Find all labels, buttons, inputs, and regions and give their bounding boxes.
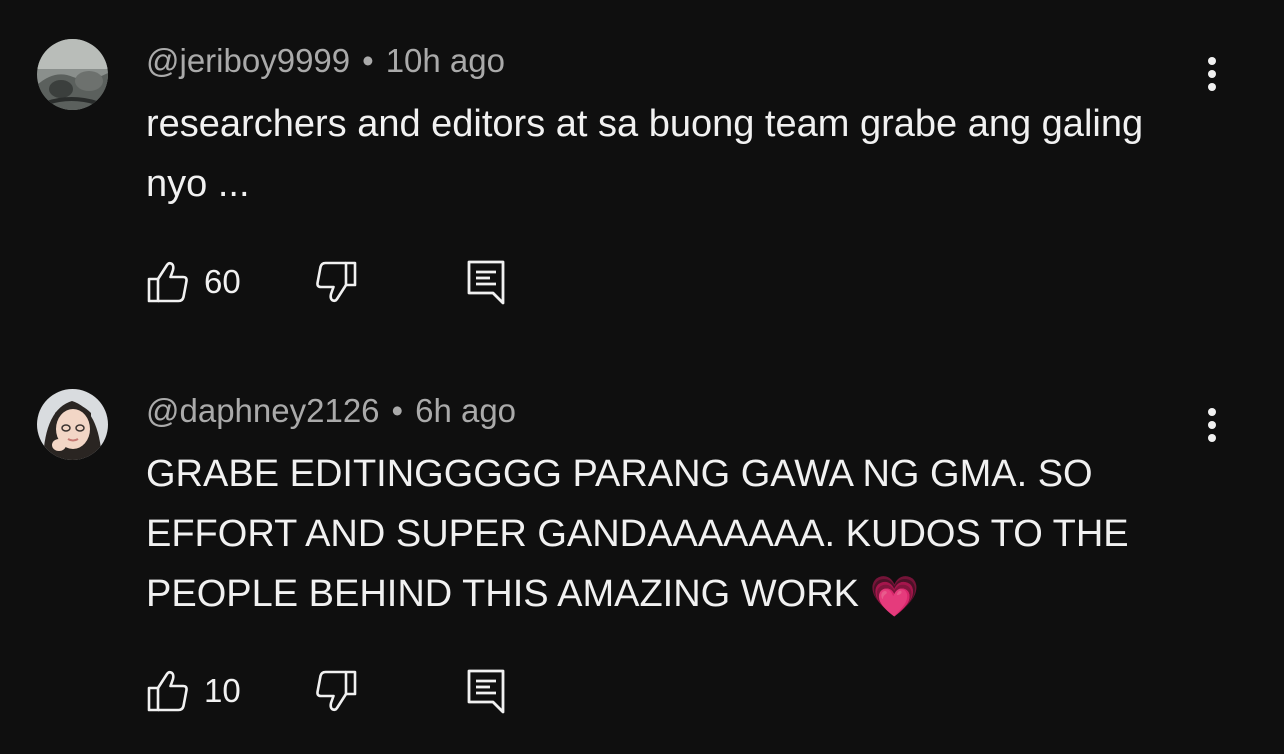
dislike-button[interactable] xyxy=(314,257,358,307)
reply-button[interactable] xyxy=(466,666,506,716)
avatar[interactable] xyxy=(37,389,108,460)
like-count: 10 xyxy=(204,672,241,709)
avatar-photo xyxy=(37,39,108,110)
more-options-button[interactable] xyxy=(1192,50,1232,98)
reply-icon xyxy=(467,669,505,714)
dislike-button[interactable] xyxy=(314,666,358,716)
thumbs-down-icon xyxy=(316,670,357,712)
comment-item: @jeriboy9999 • 10h ago researchers and edi… xyxy=(0,0,1284,350)
avatar[interactable] xyxy=(37,39,108,110)
meta-separator: • xyxy=(362,42,374,79)
comment-item: @daphney2126 • 6h ago GRABE EDITINGGGGG PA… xyxy=(0,350,1284,754)
thumbs-down-icon xyxy=(316,261,357,303)
comment-actions: 60 xyxy=(146,257,546,307)
like-button[interactable]: 60 xyxy=(146,257,241,307)
more-vertical-icon xyxy=(1208,408,1216,442)
meta-separator: • xyxy=(391,392,404,429)
avatar-photo xyxy=(37,389,108,460)
reply-button[interactable] xyxy=(466,257,506,307)
comment-meta: @daphney2126 • 6h ago xyxy=(146,392,516,430)
comment-author[interactable]: @daphney2126 xyxy=(146,392,380,429)
comment-time[interactable]: 6h ago xyxy=(415,392,516,429)
pink-heart-emoji: 💗 xyxy=(869,575,920,619)
comment-text-body: GRABE EDITINGGGGG PARANG GAWA NG GMA. SO… xyxy=(146,453,1129,615)
thumbs-up-icon xyxy=(147,261,188,303)
comment-text: GRABE EDITINGGGGG PARANG GAWA NG GMA. SO… xyxy=(146,444,1176,627)
comment-author[interactable]: @jeriboy9999 xyxy=(146,42,350,79)
comment-actions: 10 xyxy=(146,666,546,716)
reply-icon xyxy=(467,260,505,305)
thumbs-up-icon xyxy=(147,670,188,712)
like-count: 60 xyxy=(204,263,241,300)
like-button[interactable]: 10 xyxy=(146,666,241,716)
comment-text: researchers and editors at sa buong team… xyxy=(146,103,1144,205)
more-vertical-icon xyxy=(1208,57,1216,91)
comment-meta: @jeriboy9999 • 10h ago xyxy=(146,42,505,80)
comment-time[interactable]: 10h ago xyxy=(386,42,505,79)
more-options-button[interactable] xyxy=(1192,401,1232,449)
